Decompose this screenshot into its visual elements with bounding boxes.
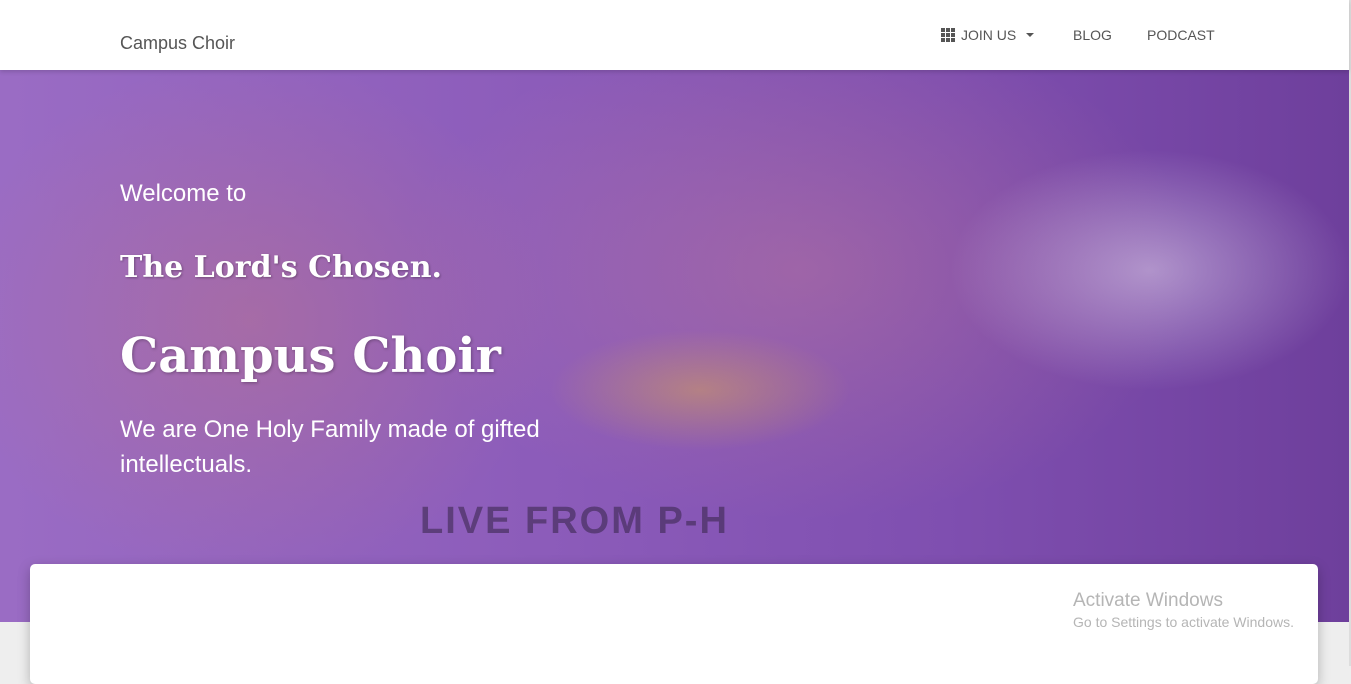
tagline-pre: We are	[120, 416, 204, 443]
navbar: Campus Choir JOIN US BLOG PODCAST	[0, 0, 1349, 70]
tagline-bold: One Holy Family	[203, 416, 381, 443]
nav-join-us-label: JOIN US	[961, 27, 1017, 43]
watermark-title: Activate Windows	[1073, 590, 1223, 611]
windows-activation-watermark: Activate Windows Go to Settings to activ…	[1073, 590, 1294, 630]
nav-join-us-dropdown[interactable]: JOIN US	[941, 27, 1035, 43]
hero-title: Campus Choir	[120, 328, 501, 384]
nav-podcast[interactable]: PODCAST	[1147, 27, 1215, 43]
hero-subtitle: The Lord's Chosen.	[120, 250, 443, 285]
hero-welcome: Welcome to	[120, 180, 247, 207]
brand-link[interactable]: Campus Choir	[120, 33, 235, 54]
hero-section: LIVE FROM P-H Welcome to The Lord's Chos…	[0, 70, 1349, 622]
watermark-subtitle: Go to Settings to activate Windows.	[1073, 614, 1294, 630]
hero-background-banner-text: LIVE FROM P-H	[420, 500, 729, 542]
nav-blog[interactable]: BLOG	[1073, 27, 1112, 43]
apps-grid-icon	[941, 28, 955, 42]
hero-tagline: We are One Holy Family made of gifted in…	[120, 412, 570, 482]
caret-down-icon	[1026, 33, 1035, 37]
